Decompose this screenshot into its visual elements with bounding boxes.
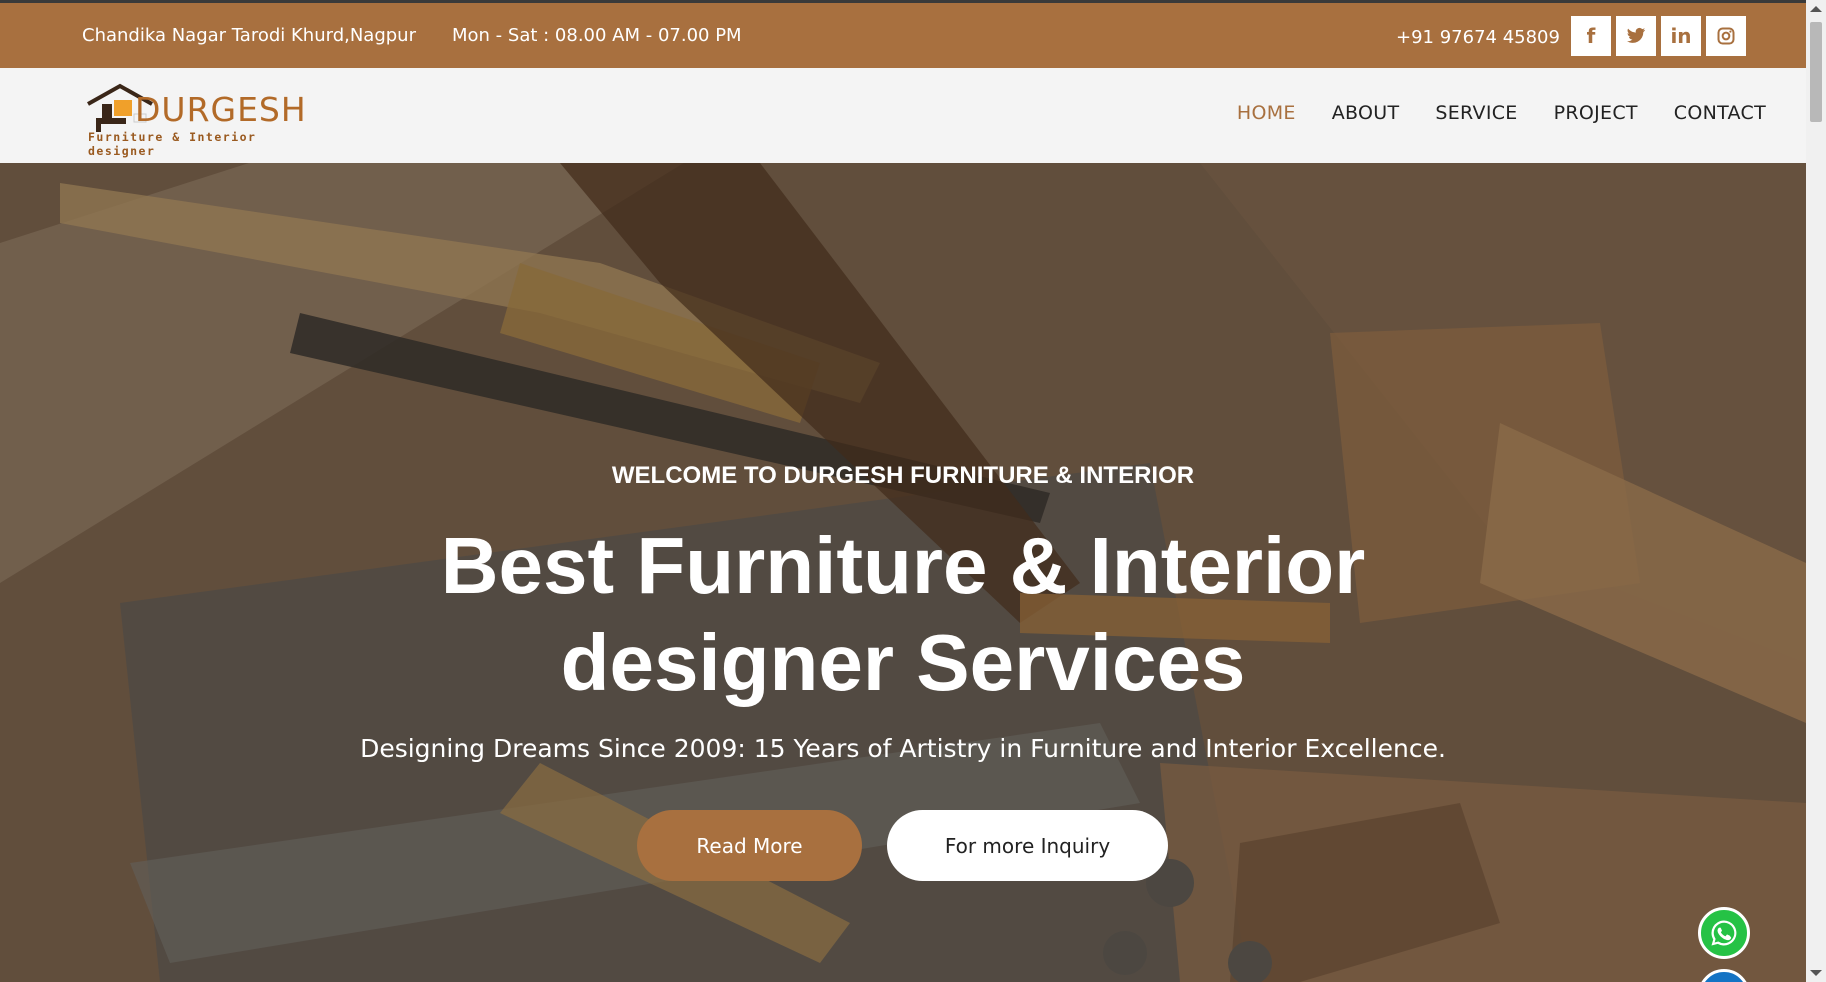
hero-title: Best Furniture & Interior designer Servi… <box>0 517 1806 711</box>
nav-home[interactable]: HOME <box>1237 102 1296 124</box>
instagram-icon[interactable] <box>1706 16 1746 56</box>
logo-brand-text: DURGESH <box>135 90 307 129</box>
scrollbar-thumb[interactable] <box>1810 22 1822 122</box>
hero-title-line1: Best Furniture & Interior <box>440 521 1366 610</box>
hero-eyebrow: WELCOME TO DURGESH FURNITURE & INTERIOR <box>611 462 1195 489</box>
nav-project[interactable]: PROJECT <box>1554 102 1638 124</box>
twitter-icon[interactable] <box>1616 16 1656 56</box>
hero-title-line2: designer Services <box>560 618 1246 707</box>
scroll-up-arrow-icon[interactable] <box>1810 6 1822 12</box>
scroll-down-arrow-icon[interactable] <box>1810 970 1822 976</box>
nav-menu: HOME ABOUT SERVICE PROJECT CONTACT <box>1237 102 1766 124</box>
top-info-bar: Chandika Nagar Tarodi Khurd,Nagpur Mon -… <box>0 0 1806 68</box>
inquiry-button[interactable]: For more Inquiry <box>887 810 1168 881</box>
facebook-icon[interactable]: f <box>1571 16 1611 56</box>
social-links: f in <box>1571 16 1746 56</box>
linkedin-icon[interactable]: in <box>1661 16 1701 56</box>
opening-hours-text: Mon - Sat : 08.00 AM - 07.00 PM <box>452 25 742 46</box>
hero-section: WELCOME TO DURGESH FURNITURE & INTERIOR … <box>0 163 1806 982</box>
read-more-button[interactable]: Read More <box>637 810 862 881</box>
nav-service[interactable]: SERVICE <box>1435 102 1517 124</box>
logo-tagline: Furniture & Interior designer <box>88 130 257 158</box>
page: Chandika Nagar Tarodi Khurd,Nagpur Mon -… <box>0 0 1806 982</box>
site-logo[interactable]: DURGESH Furniture & Interior designer <box>60 76 310 158</box>
hero-subtitle: Designing Dreams Since 2009: 15 Years of… <box>360 734 1446 763</box>
phone-link[interactable]: +91 97674 45809 <box>1396 27 1560 48</box>
whatsapp-icon[interactable] <box>1698 907 1750 959</box>
address-text: Chandika Nagar Tarodi Khurd,Nagpur <box>82 25 416 46</box>
nav-about[interactable]: ABOUT <box>1332 102 1400 124</box>
page-scrollbar[interactable] <box>1806 0 1826 982</box>
main-navbar: DURGESH Furniture & Interior designer HO… <box>0 68 1806 163</box>
nav-contact[interactable]: CONTACT <box>1674 102 1766 124</box>
